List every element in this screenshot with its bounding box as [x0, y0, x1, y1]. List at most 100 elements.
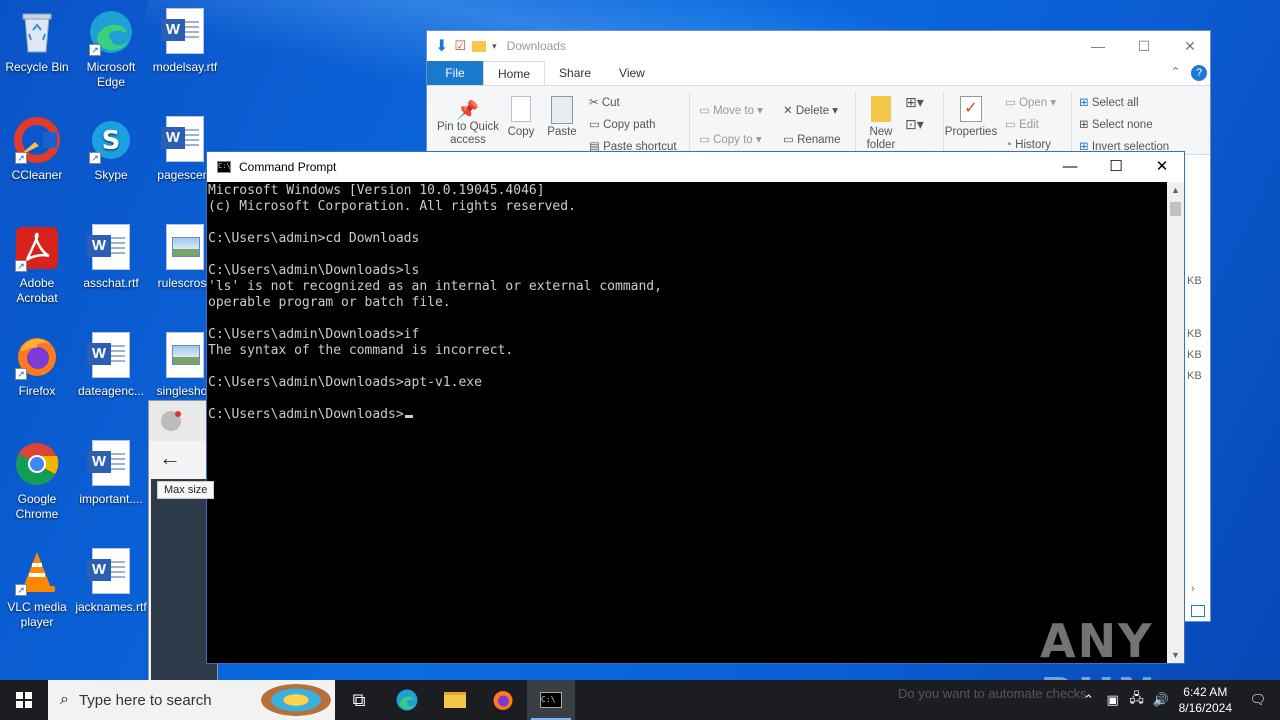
desktop-icon-edge[interactable]: ↗ Microsoft Edge: [74, 8, 148, 90]
delete-button[interactable]: ✕ Delete ▾: [783, 103, 838, 117]
taskbar-search-box[interactable]: ⌕ Type here to search: [48, 680, 335, 720]
properties-check-icon[interactable]: ☑: [454, 38, 466, 54]
move-to-button[interactable]: ▭ Move to ▾: [699, 103, 763, 117]
search-icon: ⌕: [60, 691, 69, 708]
select-all-icon: ⊞: [1079, 97, 1092, 109]
word-doc-icon: W: [87, 548, 135, 596]
tab-view[interactable]: View: [605, 61, 659, 85]
maximize-icon[interactable]: ☐: [1093, 152, 1139, 182]
network-icon[interactable]: 🖧: [1125, 689, 1149, 711]
minimize-icon[interactable]: —: [1075, 31, 1121, 61]
copy-to-button[interactable]: ▭ Copy to ▾: [699, 132, 762, 146]
system-tray: ⌃ ▣ 🖧 🔊 6:42 AM 8/16/2024 🗨: [1077, 680, 1280, 720]
folder-icon[interactable]: [472, 40, 487, 52]
chevron-right-icon[interactable]: ›: [1191, 583, 1195, 595]
automation-notice: Do you want to automate checks: [898, 686, 1087, 701]
skype-icon: S ↗: [87, 116, 135, 164]
notifications-icon[interactable]: 🗨: [1246, 692, 1270, 708]
select-none-icon: ⊞: [1079, 119, 1092, 131]
select-all-button[interactable]: ⊞ Select all: [1079, 95, 1139, 109]
desktop-icon-label: Google Chrome: [15, 492, 59, 521]
desktop-icon-label: jacknames.rtf: [75, 600, 147, 614]
close-icon[interactable]: ✕: [1139, 152, 1185, 182]
edit-button[interactable]: ▭ Edit: [1005, 117, 1039, 131]
scroll-up-icon[interactable]: ▲: [1167, 185, 1184, 195]
back-arrow-icon[interactable]: ←: [159, 445, 181, 471]
word-doc-icon: W: [161, 8, 209, 56]
copy-path-button[interactable]: ▭ Copy path: [589, 117, 656, 131]
shortcut-arrow-icon: ↗: [15, 368, 27, 380]
select-none-button[interactable]: ⊞ Select none: [1079, 117, 1153, 131]
new-item-icon[interactable]: ⊞▾: [905, 94, 924, 111]
image-doc-icon: [161, 224, 209, 272]
desktop-icon-asschat[interactable]: W asschat.rtf: [74, 224, 148, 291]
file-size-unit: KB: [1187, 275, 1202, 287]
cmd-titlebar[interactable]: C:\ Command Prompt: [207, 152, 1184, 182]
tab-share[interactable]: Share: [545, 61, 605, 85]
task-view-button[interactable]: ⧉: [335, 680, 383, 720]
minimize-icon[interactable]: —: [1047, 152, 1093, 182]
quick-access-dropdown-icon[interactable]: ▾: [492, 41, 497, 52]
word-doc-icon: W: [87, 332, 135, 380]
desktop-icon-jacknames[interactable]: W jacknames.rtf: [74, 548, 148, 615]
notification-dot-icon: [175, 411, 181, 417]
rename-button[interactable]: ▭ Rename: [783, 132, 841, 146]
down-arrow-icon: ⬇: [435, 38, 449, 55]
taskbar-command-prompt[interactable]: C:\: [527, 680, 575, 720]
cut-button[interactable]: ✂ Cut: [589, 95, 620, 109]
start-button[interactable]: [0, 680, 48, 720]
history-button[interactable]: ◔ History: [1005, 139, 1051, 151]
desktop-icon-label: Firefox: [18, 384, 56, 398]
recycle-bin-icon: [13, 8, 61, 56]
task-view-icon: ⧉: [352, 689, 366, 710]
new-folder-button[interactable]: New folder: [861, 96, 901, 152]
help-icon[interactable]: ?: [1191, 65, 1207, 81]
paste-button[interactable]: Paste: [547, 96, 577, 138]
easy-access-icon[interactable]: ⊡▾: [905, 116, 924, 133]
cmd-scrollbar[interactable]: ▲ ▼: [1167, 182, 1184, 663]
close-icon[interactable]: ✕: [1167, 31, 1213, 61]
chevron-up-icon[interactable]: ⌃: [1171, 65, 1180, 78]
ccleaner-icon: ↗: [13, 116, 61, 164]
tab-home[interactable]: Home: [483, 61, 546, 85]
taskbar-file-explorer[interactable]: [431, 680, 479, 720]
maximize-icon[interactable]: ☐: [1121, 31, 1167, 61]
search-placeholder: Type here to search: [78, 691, 212, 709]
volume-icon[interactable]: 🔊: [1149, 692, 1173, 708]
desktop-icon-dateagenc[interactable]: W dateagenc...: [74, 332, 148, 399]
open-icon: ▭: [1005, 97, 1020, 109]
cmd-console[interactable]: Microsoft Windows [Version 10.0.19045.40…: [208, 182, 1166, 663]
file-size-unit: KB: [1187, 328, 1202, 340]
taskbar-edge[interactable]: [383, 680, 431, 720]
ribbon-divider: [1071, 92, 1072, 152]
cmd-title: Command Prompt: [239, 160, 337, 174]
desktop-icon-important[interactable]: W important....: [74, 440, 148, 507]
tab-file[interactable]: File: [427, 61, 483, 85]
explorer-file-list-edge: KB KB KB KB ›: [1184, 181, 1210, 621]
ribbon-home: 📌 Pin to Quick access Copy Paste ✂ Cut ▭…: [427, 85, 1210, 155]
desktop-icon-modelsay[interactable]: W modelsay.rtf: [148, 8, 222, 75]
meet-now-icon[interactable]: ▣: [1101, 692, 1125, 708]
properties-button[interactable]: ✓ Properties: [943, 96, 999, 138]
ribbon-tabs: File Home Share View ⌃ ?: [427, 61, 1210, 85]
desktop-icon-vlc[interactable]: ↗ VLC media player: [0, 548, 74, 630]
desktop-icon-firefox[interactable]: ↗ Firefox: [0, 332, 74, 399]
desktop-icon-acrobat[interactable]: ↗ Adobe Acrobat: [0, 224, 74, 306]
command-prompt-window[interactable]: C:\ Command Prompt — ☐ ✕ Microsoft Windo…: [206, 151, 1185, 664]
clock[interactable]: 6:42 AM 8/16/2024: [1179, 684, 1232, 716]
rename-icon: ▭: [783, 134, 798, 146]
taskbar-firefox[interactable]: [479, 680, 527, 720]
desktop-icon-skype[interactable]: S ↗ Skype: [74, 116, 148, 183]
desktop-icon-ccleaner[interactable]: ↗ CCleaner: [0, 116, 74, 183]
desktop-icon-recycle-bin[interactable]: Recycle Bin: [0, 8, 74, 75]
cmd-icon: C:\: [217, 161, 231, 173]
copy-button[interactable]: Copy: [507, 96, 535, 138]
desktop-icon-label: modelsay.rtf: [152, 60, 218, 74]
scrollbar-thumb[interactable]: [1170, 202, 1181, 216]
pin-to-quick-access-button[interactable]: 📌 Pin to Quick access: [433, 100, 503, 147]
desktop-icon-label: important....: [79, 492, 143, 506]
open-button[interactable]: ▭ Open ▾: [1005, 95, 1056, 109]
desktop-icon-chrome[interactable]: Google Chrome: [0, 440, 74, 522]
edit-icon: ▭: [1005, 119, 1020, 131]
desktop-icon-label: VLC media player: [7, 600, 67, 629]
